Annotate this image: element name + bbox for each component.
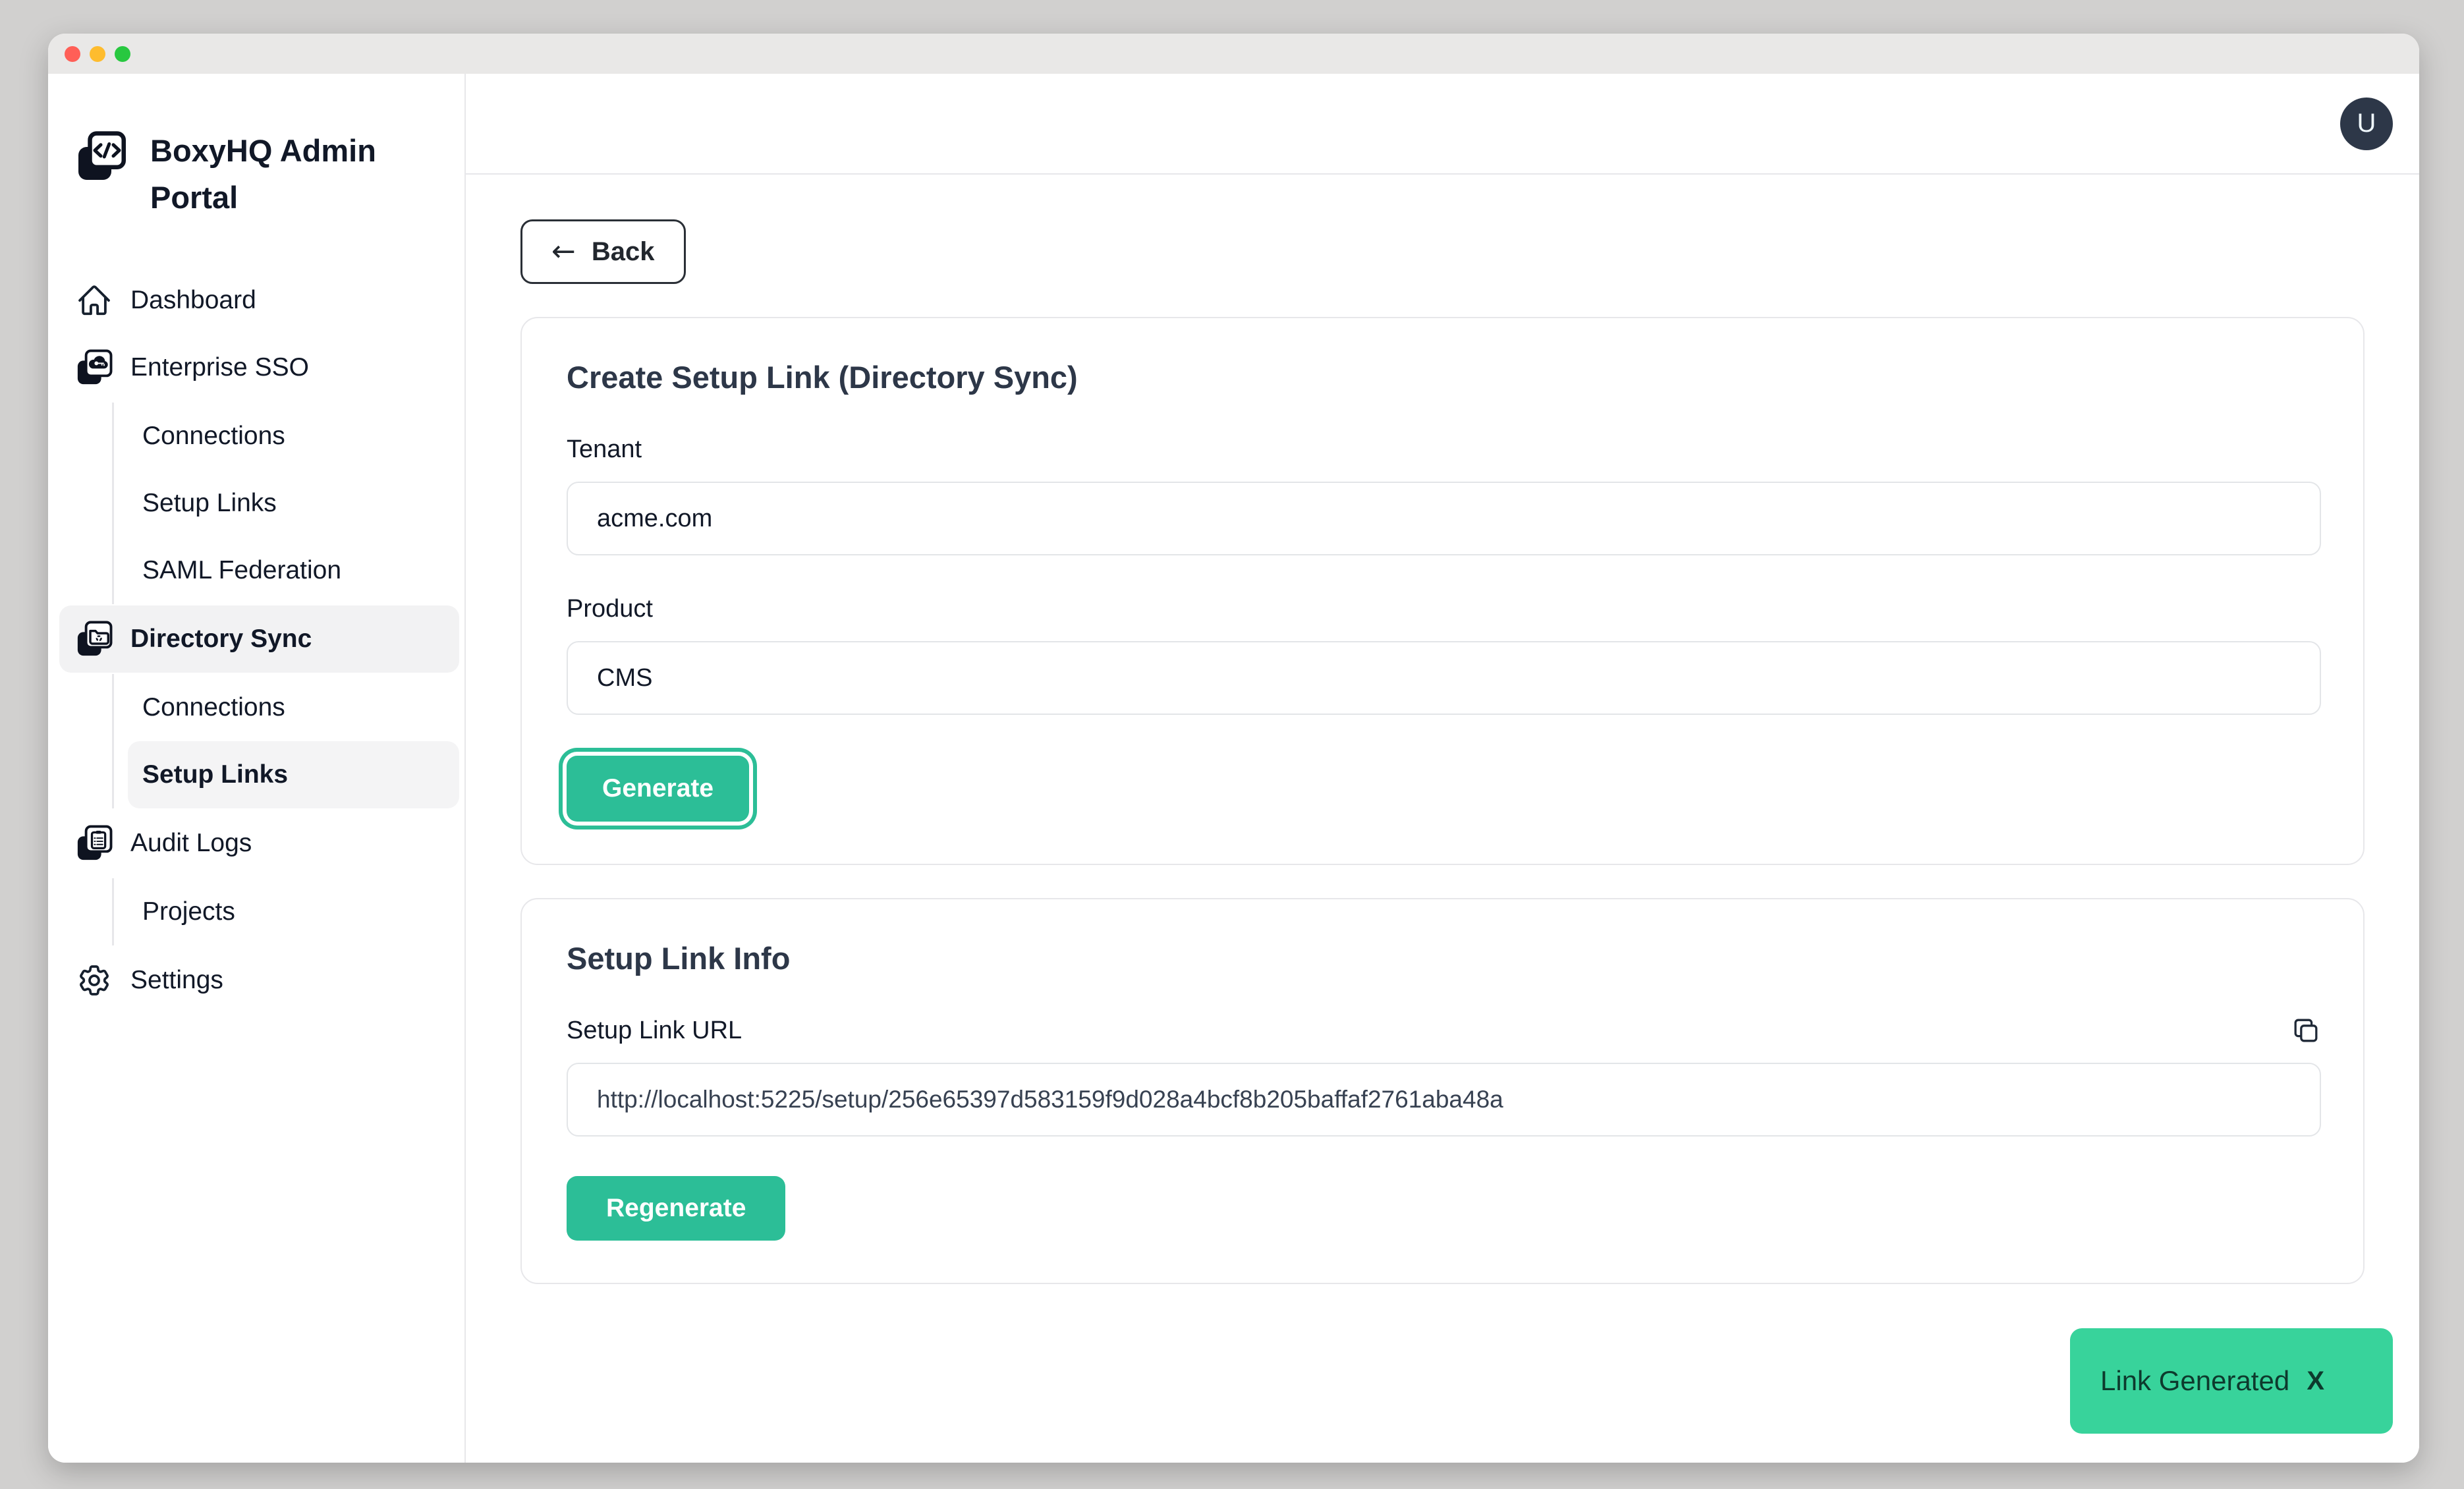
sidebar-item-label: Enterprise SSO (130, 353, 309, 382)
product-input[interactable] (567, 641, 2321, 715)
app-window: BoxyHQ Admin Portal Dashboard (48, 34, 2419, 1463)
tenant-label: Tenant (567, 434, 2321, 464)
minimize-window-button[interactable] (90, 46, 105, 62)
toast-success: Link Generated X (2070, 1328, 2393, 1434)
sidebar-item-settings[interactable]: Settings (59, 947, 459, 1014)
sidebar-nav: Dashboard (59, 267, 459, 1014)
sub-item-label: Connections (142, 422, 285, 451)
setup-link-url-input[interactable] (567, 1063, 2321, 1137)
sso-keycap-icon (75, 349, 113, 387)
toast-message: Link Generated (2100, 1365, 2289, 1397)
sub-item-label: Projects (142, 897, 235, 926)
tenant-input[interactable] (567, 482, 2321, 555)
back-arrow-icon: ← (551, 237, 576, 266)
sidebar-item-label: Directory Sync (130, 625, 312, 654)
setup-link-url-label: Setup Link URL (567, 1015, 742, 1046)
window-titlebar (48, 34, 2419, 74)
sub-item-label: Setup Links (142, 760, 288, 789)
enterprise-sso-subgroup: Connections Setup Links SAML Federation (112, 403, 459, 604)
sidebar-item-enterprise-sso[interactable]: Enterprise SSO (59, 334, 459, 401)
close-window-button[interactable] (65, 46, 80, 62)
audit-logs-subgroup: Projects (112, 878, 459, 945)
desktop-background: BoxyHQ Admin Portal Dashboard (0, 0, 2464, 1489)
sidebar-item-saml-federation[interactable]: SAML Federation (128, 537, 459, 604)
toast-close-button[interactable]: X (2307, 1366, 2324, 1396)
sub-item-label: Setup Links (142, 489, 277, 518)
sidebar-item-dashboard[interactable]: Dashboard (59, 267, 459, 334)
sub-item-label: SAML Federation (142, 556, 341, 585)
directory-sync-subgroup: Connections Setup Links (112, 674, 459, 808)
sidebar-item-audit-logs[interactable]: Audit Logs (59, 810, 459, 877)
topbar: U (466, 74, 2419, 175)
setup-link-info-card: Setup Link Info Setup Link URL Regenerat… (520, 898, 2365, 1284)
home-icon (75, 281, 113, 320)
sidebar-item-directory-sync[interactable]: Directory Sync (59, 605, 459, 673)
gear-icon (75, 961, 113, 999)
sidebar-item-sso-connections[interactable]: Connections (128, 403, 459, 470)
app-logo-row: BoxyHQ Admin Portal (59, 128, 459, 221)
avatar-initial: U (2357, 109, 2376, 138)
directory-sync-keycap-icon (75, 620, 113, 658)
sidebar-item-dsync-connections[interactable]: Connections (128, 674, 459, 741)
create-setup-link-card: Create Setup Link (Directory Sync) Tenan… (520, 317, 2365, 865)
card-title: Setup Link Info (567, 940, 2321, 977)
sidebar-item-label: Audit Logs (130, 829, 252, 858)
card-title: Create Setup Link (Directory Sync) (567, 359, 2321, 396)
sidebar-item-projects[interactable]: Projects (128, 878, 459, 945)
back-button-label: Back (592, 237, 655, 267)
sub-item-label: Connections (142, 693, 285, 722)
product-label: Product (567, 594, 2321, 624)
boxyhq-logo-icon (75, 130, 128, 183)
sidebar-item-label: Settings (130, 966, 223, 995)
user-avatar[interactable]: U (2340, 98, 2393, 150)
copy-url-button[interactable] (2291, 1015, 2321, 1046)
sidebar-item-dsync-setup-links[interactable]: Setup Links (128, 741, 459, 808)
regenerate-button[interactable]: Regenerate (567, 1176, 785, 1241)
generate-button[interactable]: Generate (567, 756, 749, 822)
sidebar-item-label: Dashboard (130, 286, 256, 315)
sidebar: BoxyHQ Admin Portal Dashboard (48, 74, 466, 1463)
page-content: ← Back Create Setup Link (Directory Sync… (466, 175, 2419, 1463)
back-button[interactable]: ← Back (520, 219, 686, 284)
audit-logs-keycap-icon (75, 824, 113, 862)
main-area: U ← Back Create Setup Link (Directory Sy… (466, 74, 2419, 1463)
copy-icon (2291, 1015, 2321, 1046)
zoom-window-button[interactable] (115, 46, 130, 62)
app-title: BoxyHQ Admin Portal (150, 128, 401, 221)
sidebar-item-sso-setup-links[interactable]: Setup Links (128, 470, 459, 537)
